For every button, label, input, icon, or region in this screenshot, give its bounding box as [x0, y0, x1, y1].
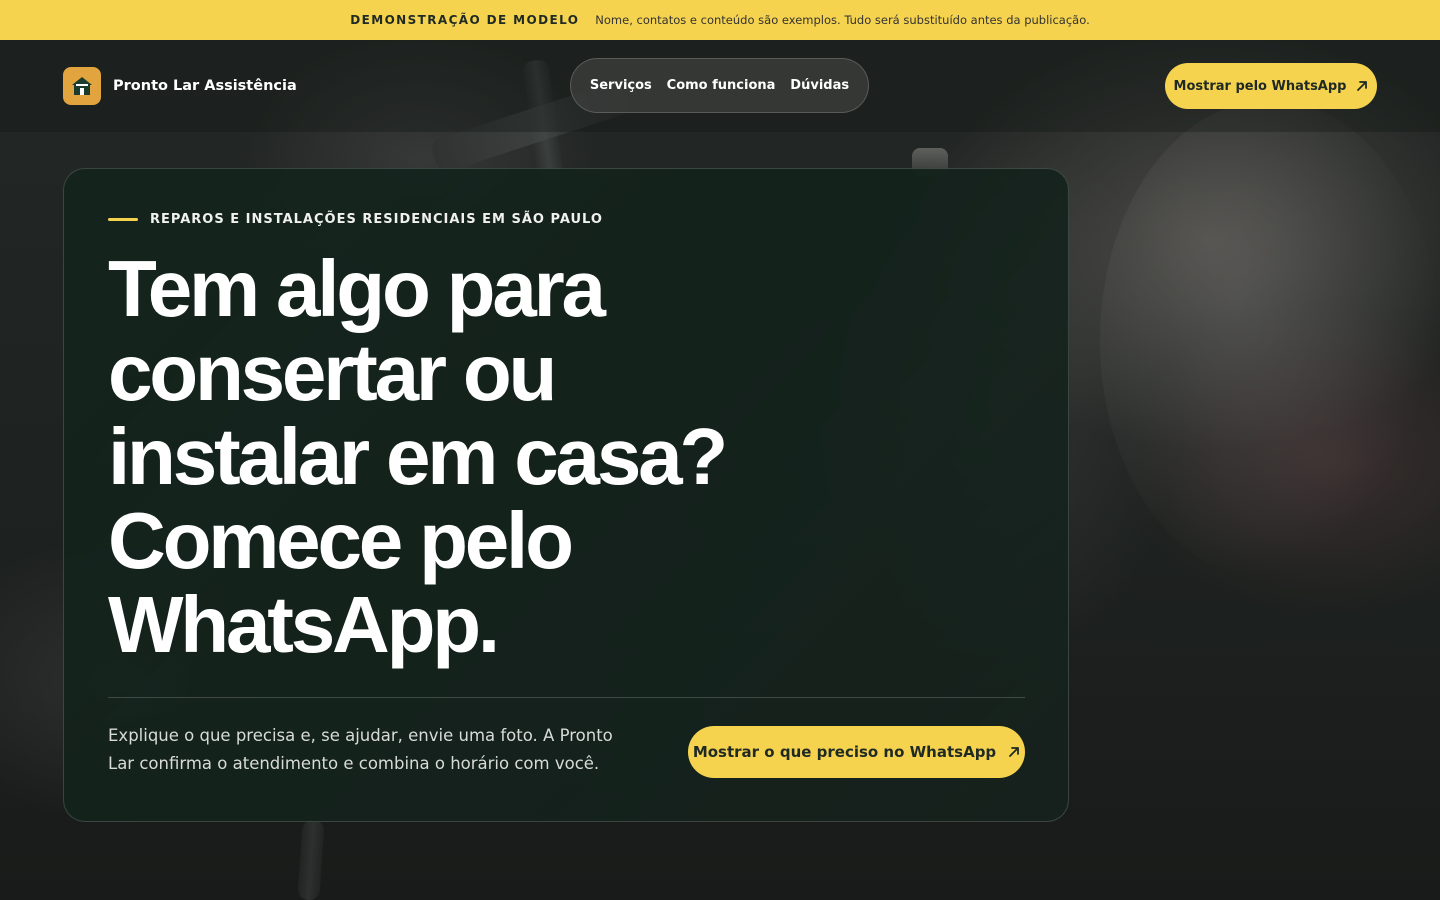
arrow-up-right-icon — [1356, 80, 1368, 92]
background-sink-basin — [1100, 100, 1440, 580]
hero-whatsapp-button-label: Mostrar o que preciso no WhatsApp — [692, 743, 997, 761]
banner-note: Nome, contatos e conteúdo são exemplos. … — [595, 13, 1090, 27]
arrow-up-right-icon — [1008, 746, 1020, 758]
hero-eyebrow: REPAROS E INSTALAÇÕES RESIDENCIAIS EM SÃ… — [108, 212, 603, 227]
brand-name: Pronto Lar Assistência — [113, 78, 297, 94]
eyebrow-text: REPAROS E INSTALAÇÕES RESIDENCIAIS EM SÃ… — [150, 212, 603, 227]
nav-item-servicos[interactable]: Serviços — [590, 78, 652, 93]
hero-divider — [108, 697, 1025, 698]
nav-item-duvidas[interactable]: Dúvidas — [790, 78, 849, 93]
hero-whatsapp-button[interactable]: Mostrar o que preciso no WhatsApp — [688, 726, 1025, 778]
hero-headline: Tem algo para consertar ou instalar em c… — [108, 244, 728, 669]
header-whatsapp-button[interactable]: Mostrar pelo WhatsApp — [1165, 63, 1377, 109]
banner-tag: DEMONSTRAÇÃO DE MODELO — [350, 13, 580, 27]
hero-card: REPAROS E INSTALAÇÕES RESIDENCIAIS EM SÃ… — [63, 168, 1069, 822]
house-icon — [63, 67, 101, 105]
eyebrow-accent-line — [108, 218, 138, 221]
nav-item-como-funciona[interactable]: Como funciona — [667, 78, 776, 93]
brand-home-link[interactable]: Pronto Lar Assistência — [63, 67, 297, 105]
site-header: Pronto Lar Assistência Serviços Como fun… — [0, 40, 1440, 132]
main-nav: Serviços Como funciona Dúvidas — [570, 58, 869, 113]
demo-banner: DEMONSTRAÇÃO DE MODELO Nome, contatos e … — [0, 0, 1440, 40]
header-whatsapp-button-label: Mostrar pelo WhatsApp — [1173, 78, 1347, 94]
hero-description: Explique o que precisa e, se ajudar, env… — [108, 726, 613, 773]
background-pipe — [297, 819, 325, 900]
